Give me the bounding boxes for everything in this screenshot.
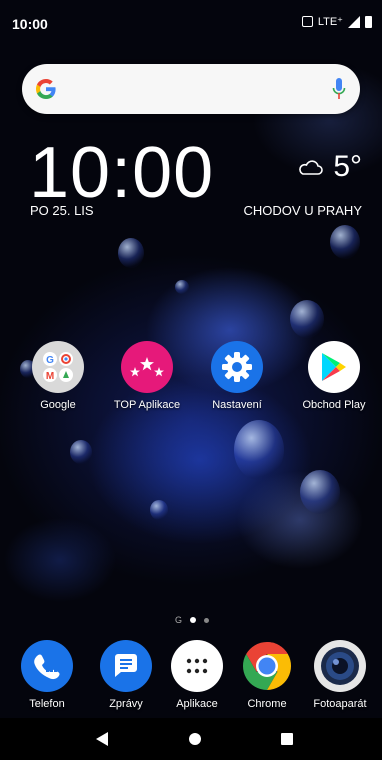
back-icon[interactable] <box>96 732 108 746</box>
app-google-folder[interactable]: G M Google <box>13 341 103 411</box>
app-label: Google <box>40 399 76 411</box>
svg-text:G: G <box>46 355 54 366</box>
camera-icon <box>314 640 366 692</box>
google-feed-indicator: G <box>175 615 183 625</box>
wallpaper-bubble <box>290 300 324 338</box>
app-label: Telefon <box>29 698 65 710</box>
play-store-icon <box>308 341 360 393</box>
network-type: LTE⁺ <box>317 16 343 28</box>
phone-icon <box>21 640 73 692</box>
wallpaper-bubble <box>300 470 340 514</box>
app-label: Fotoaparát <box>313 698 367 710</box>
dock-app-telefon[interactable]: Telefon <box>7 640 87 710</box>
app-label: Nastavení <box>212 399 262 411</box>
app-label: Aplikace <box>176 698 218 710</box>
weather-widget[interactable]: 5° <box>297 150 362 184</box>
google-search-bar[interactable] <box>22 64 360 114</box>
wallpaper-bubble <box>234 420 284 480</box>
chrome-icon <box>241 640 293 692</box>
google-g-icon <box>36 79 56 99</box>
weather-temperature: 5° <box>333 150 362 183</box>
status-time: 10:00 <box>12 16 48 32</box>
wallpaper-bubble <box>175 280 189 294</box>
app-label: TOP Aplikace <box>113 399 181 411</box>
wallpaper-bubble <box>118 238 144 268</box>
app-label: Zprávy <box>109 698 143 710</box>
mic-icon[interactable] <box>332 77 346 101</box>
wallpaper-bubble <box>70 440 92 464</box>
page-dot <box>204 617 210 623</box>
app-label: Chrome <box>247 698 287 710</box>
status-bar: 10:00 LTE⁺ <box>0 0 382 40</box>
app-top-aplikace[interactable]: TOP Aplikace <box>102 341 192 411</box>
page-dot-active <box>190 617 197 623</box>
weather-location: CHODOV U PRAHY <box>243 203 362 218</box>
clock-time[interactable]: 10:00 <box>29 133 214 213</box>
cloud-icon <box>299 160 324 175</box>
recents-icon[interactable] <box>281 733 293 745</box>
app-drawer-icon <box>171 640 223 692</box>
clock-date: PO 25. LIS <box>30 203 94 218</box>
app-nastaveni[interactable]: Nastavení <box>192 341 282 411</box>
wallpaper-bubble <box>330 225 360 259</box>
battery-icon <box>365 15 372 28</box>
dock-app-aplikace[interactable]: Aplikace <box>157 640 237 710</box>
dock-app-fotoaparat[interactable]: Fotoaparát <box>298 640 382 710</box>
home-icon[interactable] <box>189 733 201 745</box>
gear-icon <box>211 341 263 393</box>
messages-icon <box>100 640 152 692</box>
wallpaper-bubble <box>150 500 168 520</box>
page-indicator: G <box>175 615 210 625</box>
signal-icon <box>348 15 360 28</box>
vibrate-icon <box>301 16 313 27</box>
app-obchod-play[interactable]: Obchod Play <box>289 341 379 411</box>
dock-app-zpravy[interactable]: Zprávy <box>86 640 166 710</box>
status-icons: LTE⁺ <box>301 15 372 28</box>
google-folder-icon: G M <box>32 341 84 393</box>
navigation-bar <box>0 718 382 760</box>
stars-icon <box>121 341 173 393</box>
app-label: Obchod Play <box>302 399 366 411</box>
svg-text:M: M <box>46 371 54 382</box>
dock-app-chrome[interactable]: Chrome <box>227 640 307 710</box>
